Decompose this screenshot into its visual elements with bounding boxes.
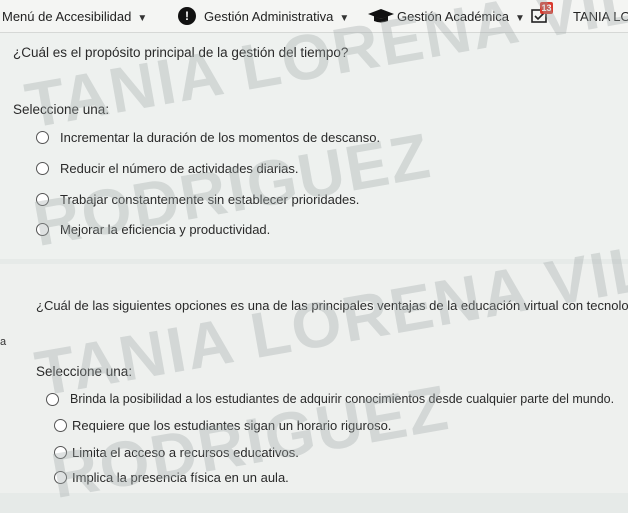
graduation-cap-icon: [368, 9, 394, 26]
administrative-menu-label: Gestión Administrativa: [204, 9, 334, 24]
user-name: TANIA LOREN: [573, 9, 628, 24]
question-2-option-4[interactable]: Implica la presencia física en un aula.: [72, 470, 289, 485]
question-2-option-3[interactable]: Limita el acceso a recursos educativos.: [72, 445, 299, 460]
question-1-panel: ¿Cuál es el propósito principal de la ge…: [0, 33, 628, 259]
question-2-option-3-radio[interactable]: [54, 446, 67, 459]
question-2-option-2-radio[interactable]: [54, 419, 67, 432]
question-1-option-2-radio[interactable]: [36, 162, 49, 175]
chevron-down-icon: ▼: [137, 13, 148, 24]
question-1-option-4[interactable]: Mejorar la eficiencia y productividad.: [60, 222, 270, 237]
question-1-option-1[interactable]: Incrementar la duración de los momentos …: [60, 130, 380, 145]
question-1-select-label: Seleccione una:: [13, 102, 110, 117]
question-1-option-4-radio[interactable]: [36, 223, 49, 236]
question-2-option-4-radio[interactable]: [54, 471, 67, 484]
question-1-text: ¿Cuál es el propósito principal de la ge…: [13, 45, 349, 60]
academic-menu[interactable]: Gestión Académica ▼: [397, 9, 525, 24]
question-1-option-1-radio[interactable]: [36, 131, 49, 144]
chevron-down-icon: ▼: [515, 13, 525, 24]
user-menu[interactable]: TANIA LOREN: [573, 9, 628, 24]
question-2-option-1-radio[interactable]: [46, 393, 59, 406]
question-1-option-3-radio[interactable]: [36, 193, 49, 206]
administrative-menu[interactable]: Gestión Administrativa ▼: [204, 9, 349, 24]
question-2-text: ¿Cuál de las siguientes opciones es una …: [36, 298, 628, 313]
notification-badge: 13: [540, 2, 553, 14]
accessibility-menu-label: Menú de Accesibilidad: [2, 9, 132, 24]
question-1-option-3[interactable]: Trabajar constantemente sin establecer p…: [60, 192, 359, 207]
academic-menu-label: Gestión Académica: [397, 9, 510, 24]
question-2-select-label: Seleccione una:: [36, 364, 133, 379]
side-mark: a: [0, 336, 7, 348]
question-1-option-2[interactable]: Reducir el número de actividades diarias…: [60, 161, 298, 176]
chevron-down-icon: ▼: [339, 13, 350, 24]
question-2-panel: ¿Cuál de las siguientes opciones es una …: [0, 264, 628, 493]
accessibility-menu[interactable]: Menú de Accesibilidad ▼: [2, 9, 147, 24]
alert-icon: !: [178, 7, 196, 25]
question-2-option-2[interactable]: Requiere que los estudiantes sigan un ho…: [72, 418, 391, 433]
top-navigation-bar: Menú de Accesibilidad ▼ ! Gestión Adminis…: [0, 0, 628, 33]
question-2-option-1[interactable]: Brinda la posibilidad a los estudiantes …: [70, 392, 614, 406]
